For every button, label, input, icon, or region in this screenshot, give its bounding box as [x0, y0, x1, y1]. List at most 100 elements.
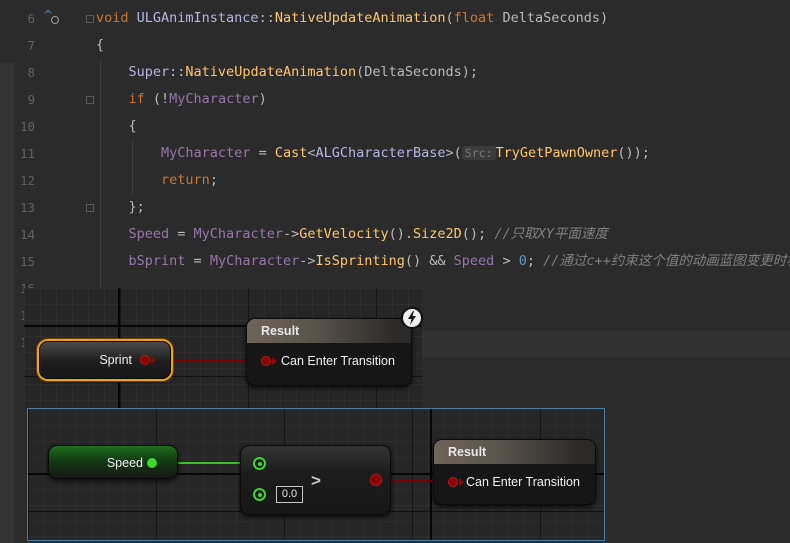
result-node-top[interactable]: Result Can Enter Transition	[246, 318, 412, 386]
blueprint-transition-graph-speed[interactable]: Speed 0.0 > Result Can Enter Transition	[27, 408, 605, 541]
code-line[interactable]: 11 MyCharacter = Cast<ALGCharacterBase>(…	[0, 140, 790, 167]
line-number: 10	[19, 119, 35, 134]
line-number: 8	[27, 65, 35, 80]
line-number: 7	[27, 38, 35, 53]
code-token: (DeltaSeconds);	[356, 64, 479, 80]
code-line[interactable]: 14 Speed = MyCharacter->GetVelocity().Si…	[0, 221, 790, 248]
fold-toggle-icon[interactable]	[86, 204, 94, 212]
speed-variable-node[interactable]: Speed	[48, 445, 178, 479]
compare-constant-input[interactable]: 0.0	[276, 486, 303, 503]
code-token: Super	[128, 64, 170, 80]
code-token: {	[96, 37, 105, 53]
code-token: float	[453, 10, 503, 26]
result-node-title: Result	[448, 445, 487, 459]
result-node-header: Result	[434, 440, 595, 464]
code-token: MyCharacter	[209, 253, 300, 269]
code-token: ::	[169, 64, 186, 80]
code-line[interactable]: 13 };	[0, 194, 790, 221]
code-token: return	[161, 172, 210, 188]
code-line[interactable]: 15 bSprint = MyCharacter->IsSprinting() …	[0, 248, 790, 275]
graph-axis	[430, 409, 432, 540]
speed-variable-label: Speed	[106, 456, 143, 470]
can-enter-transition-label: Can Enter Transition	[466, 475, 580, 489]
pin-dot-icon	[257, 461, 262, 466]
pin-arrow-icon	[151, 356, 156, 364]
code-text: if (!MyCharacter)	[96, 86, 267, 113]
code-token: Speed	[453, 253, 495, 269]
code-line[interactable]: 7{	[0, 32, 790, 59]
code-text: return;	[96, 167, 218, 194]
code-line[interactable]: 8 Super::NativeUpdateAnimation(DeltaSeco…	[0, 59, 790, 86]
code-token: =	[169, 226, 194, 242]
greater-than-operator: >	[311, 471, 321, 490]
line-number: 15	[19, 254, 35, 269]
code-line[interactable]: 10 {	[0, 113, 790, 140]
sprint-variable-label: Sprint	[99, 353, 132, 367]
code-token: ::	[258, 10, 275, 26]
code-text: Super::NativeUpdateAnimation(DeltaSecond…	[96, 59, 479, 86]
code-line[interactable]: 9 if (!MyCharacter)	[0, 86, 790, 113]
compare-output-pin[interactable]	[370, 474, 382, 486]
code-token: //通过c++约束这个值的动画蓝图变更时机	[543, 253, 790, 269]
fold-toggle-icon[interactable]	[86, 15, 94, 23]
code-text: void ULGAnimInstance::NativeUpdateAnimat…	[96, 5, 608, 32]
code-token: (	[445, 10, 454, 26]
line-number: 14	[19, 227, 35, 242]
code-token: (!	[152, 91, 170, 107]
code-token: =	[185, 253, 210, 269]
can-enter-transition-label: Can Enter Transition	[281, 354, 395, 368]
code-token: TryGetPawnOwner	[495, 145, 618, 161]
code-token: ;	[209, 172, 218, 188]
override-marker-icon	[51, 16, 59, 24]
speed-output-pin[interactable]	[147, 458, 157, 468]
result-node-title: Result	[261, 324, 300, 338]
code-token: DeltaSeconds	[502, 10, 600, 26]
line-number: 13	[19, 200, 35, 215]
code-text: Speed = MyCharacter->GetVelocity().Size2…	[96, 221, 608, 248]
code-token: Size2D	[413, 226, 462, 242]
lightning-icon	[401, 307, 423, 329]
code-token: ().	[388, 226, 414, 242]
code-token: GetVelocity	[299, 226, 389, 242]
code-token: ());	[617, 145, 650, 161]
code-line[interactable]: 12 return;	[0, 167, 790, 194]
line-number: 6	[27, 11, 35, 26]
line-number: 11	[19, 146, 35, 161]
code-token: () &&	[404, 253, 454, 269]
code-token: void	[96, 10, 137, 26]
code-token: ULGAnimInstance	[136, 10, 259, 26]
line-number: 9	[27, 92, 35, 107]
line-number: 12	[19, 173, 35, 188]
code-token: >(	[445, 145, 462, 161]
code-token: ->	[282, 226, 300, 242]
code-text: {	[96, 113, 137, 140]
indent-guide	[100, 60, 101, 290]
blueprint-transition-graph-sprint[interactable]: Sprint Result Can Enter Transition	[24, 288, 422, 408]
code-line[interactable]: 6 void ULGAnimInstance::NativeUpdateAnima…	[0, 5, 790, 32]
pin-arrow-icon	[459, 478, 464, 486]
code-token: ;	[526, 253, 544, 269]
can-enter-transition-pin[interactable]	[261, 356, 271, 366]
code-token: 0	[518, 253, 527, 269]
code-text: MyCharacter = Cast<ALGCharacterBase>(Src…	[96, 140, 650, 167]
pin-arrow-icon	[272, 357, 277, 365]
code-text: bSprint = MyCharacter->IsSprinting() && …	[96, 248, 790, 275]
result-node-bottom[interactable]: Result Can Enter Transition	[433, 439, 596, 505]
code-token: NativeUpdateAnimation	[274, 10, 446, 26]
code-token: if	[128, 91, 153, 107]
code-token: };	[96, 199, 145, 215]
can-enter-transition-pin[interactable]	[448, 477, 458, 487]
code-token: MyCharacter	[193, 226, 283, 242]
code-token: //只取XY平面速度	[494, 226, 608, 242]
pin-dot-icon	[257, 492, 262, 497]
fold-toggle-icon[interactable]	[86, 96, 94, 104]
code-token: Speed	[128, 226, 170, 242]
sprint-output-pin[interactable]	[140, 355, 150, 365]
code-token: =	[250, 145, 275, 161]
code-token: )	[599, 10, 609, 26]
code-token: >	[494, 253, 519, 269]
sprint-variable-node[interactable]: Sprint	[39, 341, 171, 379]
greater-than-node[interactable]: 0.0 >	[240, 445, 391, 515]
